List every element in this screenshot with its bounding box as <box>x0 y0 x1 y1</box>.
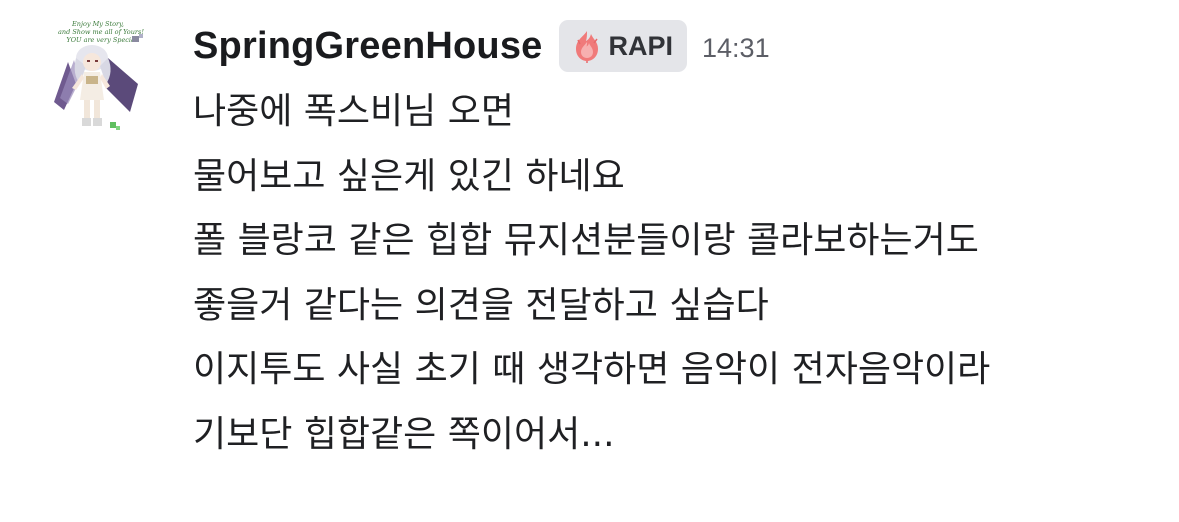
author-name[interactable]: SpringGreenHouse <box>193 25 543 68</box>
chat-message: Enjoy My Story, and Show me all of Yours… <box>0 0 1179 522</box>
avatar[interactable]: Enjoy My Story, and Show me all of Yours… <box>46 14 156 134</box>
message-line: 물어보고 싶은게 있긴 하네요 <box>193 155 625 197</box>
flame-icon <box>569 28 605 64</box>
message-line: 이지투도 사실 초기 때 생각하면 음악이 전자음악이라 <box>193 349 991 390</box>
svg-text:YOU are very Special!: YOU are very Special! <box>66 36 140 44</box>
message-header: SpringGreenHouse RAPI 14:31 <box>193 18 770 74</box>
server-tag-label: RAPI <box>608 30 674 61</box>
svg-text:Enjoy My Story,: Enjoy My Story, <box>71 20 124 28</box>
server-tag[interactable]: RAPI <box>558 20 688 72</box>
message-line: 폴 블랑코 같은 힙합 뮤지션분들이랑 콜라보하는거도 <box>193 220 979 261</box>
message-content: 나중에 폭스비님 오면 물어보고 싶은게 있긴 하네요 폴 블랑코 같은 힙합 … <box>193 80 990 467</box>
message-timestamp[interactable]: 14:31 <box>702 33 770 64</box>
message-line: 기보단 힙합같은 쪽이어서... <box>193 413 615 455</box>
avatar-illustration: Enjoy My Story, and Show me all of Yours… <box>54 20 144 130</box>
message-line: 좋을거 같다는 의견을 전달하고 싶습다 <box>193 284 769 326</box>
message-line: 나중에 폭스비님 오면 <box>193 91 514 132</box>
svg-text:and Show me all of Yours!: and Show me all of Yours! <box>58 28 144 36</box>
